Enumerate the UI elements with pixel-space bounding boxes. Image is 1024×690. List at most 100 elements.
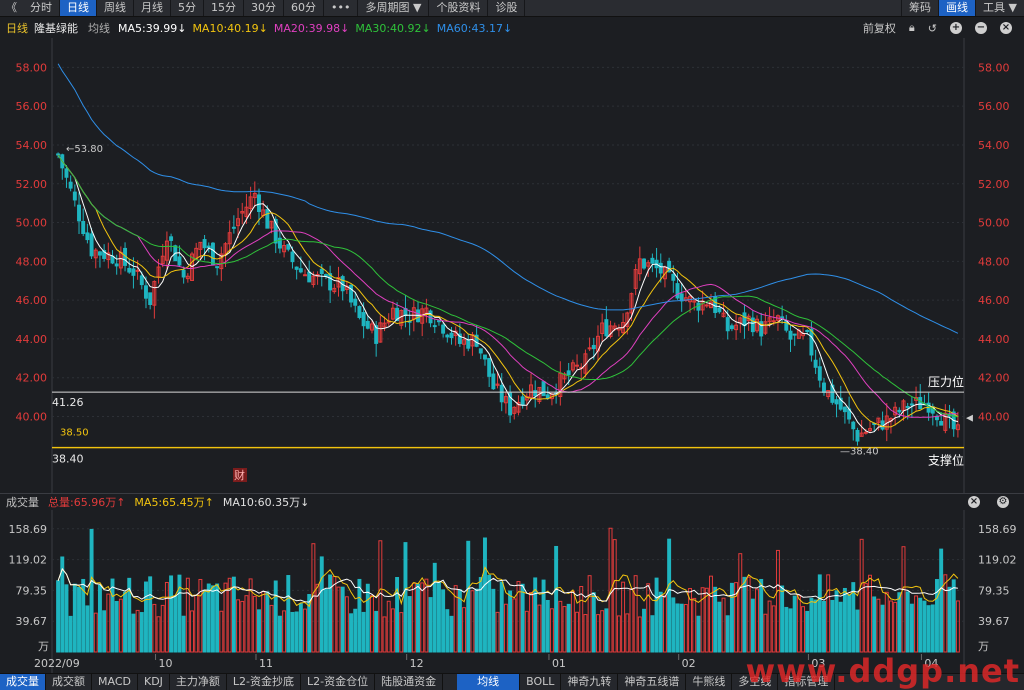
adjust-mode[interactable]: 前复权 xyxy=(863,20,896,36)
tab-l2-bottom[interactable]: L2-资金抄底 xyxy=(227,674,302,690)
multi-period-dropdown[interactable]: 多周期图 ▼ xyxy=(358,0,430,16)
candle-down xyxy=(286,244,291,250)
tab-main-net[interactable]: 主力净额 xyxy=(170,674,227,690)
candle-down xyxy=(181,269,186,278)
candle-down xyxy=(817,366,822,381)
candle-down xyxy=(307,271,312,283)
lock-icon[interactable]: 🔒︎ xyxy=(909,21,915,35)
candle-down xyxy=(257,194,261,213)
candle-down xyxy=(855,429,860,442)
volume-bar-down xyxy=(729,582,734,653)
tab-turnover[interactable]: 成交额 xyxy=(46,674,92,690)
resistance-text: 压力位 xyxy=(928,374,964,389)
price-tick-left: 52.00 xyxy=(16,178,48,191)
volume-bar-up xyxy=(621,581,626,653)
volume-bar-down xyxy=(830,599,835,653)
volume-bar-down xyxy=(675,603,680,653)
zoom-out-icon[interactable]: − xyxy=(975,22,987,34)
candle-up xyxy=(587,347,592,350)
finance-badge[interactable]: 财 xyxy=(233,468,247,482)
back-button[interactable]: 《 xyxy=(0,0,23,16)
tab-monthly[interactable]: 月线 xyxy=(134,0,171,16)
volume-bar-down xyxy=(323,588,328,653)
candle-down xyxy=(918,396,923,410)
close-icon[interactable]: × xyxy=(968,496,980,508)
volume-bar-down xyxy=(742,576,747,653)
tab-boll[interactable]: BOLL xyxy=(520,674,562,690)
price-pointer-icon: ◀ xyxy=(966,414,973,424)
volume-bar-down xyxy=(872,596,877,653)
zoom-in-icon[interactable]: + xyxy=(950,22,962,34)
low-mark: —38.40 xyxy=(840,447,879,458)
price-tick-left: 40.00 xyxy=(16,411,48,424)
period-label: 日线 xyxy=(6,22,28,35)
volume-bar-up xyxy=(462,607,467,653)
tab-ma[interactable]: 均线 xyxy=(457,674,521,690)
chips-button[interactable]: 筹码 xyxy=(901,0,938,16)
candlestick-chart[interactable]: 58.00 58.00 56.00 56.00 54.00 54.00 52.00 52.00… xyxy=(0,38,1024,493)
tab-l2-position[interactable]: L2-资金仓位 xyxy=(301,674,376,690)
tab-kdj[interactable]: KDJ xyxy=(138,674,170,690)
price-tick-right: 58.00 xyxy=(978,61,1010,74)
tab-intraday[interactable]: 分时 xyxy=(23,0,60,16)
tab-long-short[interactable]: 多空线 xyxy=(732,674,779,690)
tab-5min[interactable]: 5分 xyxy=(171,0,204,16)
tools-dropdown[interactable]: 工具 ▼ xyxy=(975,0,1024,16)
volume-bar-down xyxy=(813,599,818,653)
volume-bar-down xyxy=(604,608,609,653)
tab-60min[interactable]: 60分 xyxy=(284,0,324,16)
volume-bar-down xyxy=(441,589,446,653)
avg-line-label[interactable]: 均线 xyxy=(88,20,110,36)
volume-bar-up xyxy=(332,576,337,653)
volume-bar-down xyxy=(855,609,860,653)
tab-daily[interactable]: 日线 xyxy=(60,0,97,16)
volume-bar-down xyxy=(759,578,764,653)
candle-down xyxy=(298,268,303,273)
more-button[interactable]: ••• xyxy=(324,0,359,16)
tab-magic-five[interactable]: 神奇五线谱 xyxy=(618,674,687,690)
volume-bar-down xyxy=(491,588,496,653)
volume-bar-up xyxy=(683,604,688,653)
price-tick-right: 40.00 xyxy=(978,411,1010,424)
candle-down xyxy=(671,273,676,281)
tab-30min[interactable]: 30分 xyxy=(244,0,284,16)
date-tick: 04 xyxy=(924,657,938,670)
tab-northbound[interactable]: 陆股通资金 xyxy=(375,674,444,690)
candle-down xyxy=(805,330,810,333)
price-tick-right: 52.00 xyxy=(978,178,1010,191)
tab-weekly[interactable]: 周线 xyxy=(97,0,134,16)
tab-bull-bear[interactable]: 牛熊线 xyxy=(686,674,733,690)
volume-bar-up xyxy=(194,594,199,653)
undo-icon[interactable]: ↺ xyxy=(928,22,937,35)
stock-profile-button[interactable]: 个股资料 xyxy=(429,0,489,16)
volume-chart[interactable]: 158.69 158.69 119.02 119.02 79.35 79.35 39.67 3… xyxy=(0,510,1024,673)
volume-bar-up xyxy=(943,574,948,653)
volume-bar-down xyxy=(432,562,437,653)
finance-badge-text: 财 xyxy=(234,468,245,482)
candle-down xyxy=(483,354,487,360)
candle-up xyxy=(704,304,709,307)
volume-bar-up xyxy=(390,608,395,653)
draw-line-button[interactable]: 画线 xyxy=(938,0,976,16)
volume-bar-down xyxy=(403,542,408,653)
volume-bar-up xyxy=(801,606,806,653)
diagnose-button[interactable]: 诊股 xyxy=(488,0,526,16)
tab-volume[interactable]: 成交量 xyxy=(0,674,46,690)
date-tick: 02 xyxy=(682,657,696,670)
tab-indicator-manage[interactable]: 指标管理 xyxy=(778,674,836,690)
volume-bar-up xyxy=(704,587,709,653)
volume-bar-up xyxy=(709,575,713,653)
settings-icon[interactable]: ⚙ xyxy=(997,496,1009,508)
volume-bar-up xyxy=(637,616,642,653)
candle-up xyxy=(303,274,307,277)
volume-bar-up xyxy=(336,586,341,653)
candle-down xyxy=(56,153,61,156)
vol-unit-right: 万 xyxy=(978,640,989,653)
tab-magic-nine[interactable]: 神奇九转 xyxy=(561,674,619,690)
volume-bar-down xyxy=(428,597,433,653)
tab-macd[interactable]: MACD xyxy=(92,674,138,690)
volume-bar-down xyxy=(650,615,655,653)
close-icon[interactable]: × xyxy=(1000,22,1012,34)
tab-15min[interactable]: 15分 xyxy=(204,0,244,16)
candle-down xyxy=(77,204,81,222)
